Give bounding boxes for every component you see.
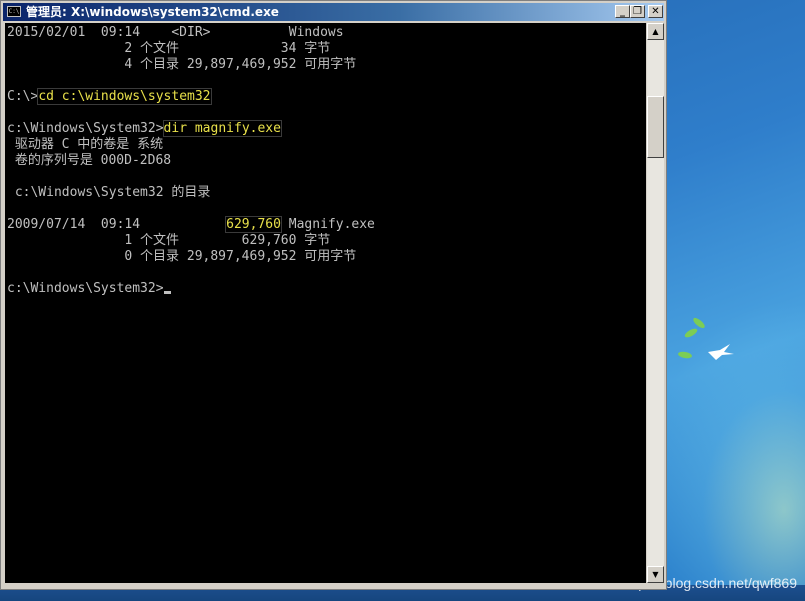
- console-line: 2015/02/01 09:14 <DIR> Windows: [7, 25, 344, 40]
- minimize-button[interactable]: _: [615, 5, 630, 18]
- console-line-file: 2009/07/14 09:14 629,760 Magnify.exe: [7, 216, 375, 233]
- console-line: 0 个目录 29,897,469,952 可用字节: [7, 249, 357, 264]
- title-bar[interactable]: C:\ 管理员: X:\windows\system32\cmd.exe _ ❐…: [3, 3, 664, 21]
- file-name: Magnify.exe: [280, 217, 375, 232]
- window-title: 管理员: X:\windows\system32\cmd.exe: [26, 5, 279, 19]
- prompt: c:\Windows\System32>: [7, 121, 164, 136]
- scroll-up-button[interactable]: ▲: [647, 23, 664, 40]
- command-cd: cd c:\windows\system32: [37, 88, 212, 105]
- console-line: 4 个目录 29,897,469,952 可用字节: [7, 57, 357, 72]
- console-output[interactable]: 2015/02/01 09:14 <DIR> Windows 2 个文件 34 …: [5, 23, 646, 583]
- console-line-cd: C:\>cd c:\windows\system32: [7, 88, 212, 105]
- command-dir: dir magnify.exe: [162, 120, 282, 137]
- scroll-thumb[interactable]: [647, 96, 664, 158]
- text-cursor: [163, 291, 171, 294]
- restore-button[interactable]: ❐: [630, 5, 645, 18]
- close-button[interactable]: ✕: [648, 5, 663, 18]
- file-size: 629,760: [225, 216, 282, 233]
- console-line: 1 个文件 629,760 字节: [7, 233, 331, 248]
- console-icon: C:\: [7, 6, 21, 17]
- console-line-prompt[interactable]: c:\Windows\System32>: [7, 281, 171, 297]
- console-line: c:\Windows\System32 的目录: [7, 185, 211, 200]
- console-line: 卷的序列号是 000D-2D68: [7, 153, 172, 168]
- vertical-scrollbar[interactable]: ▲ ▼: [647, 23, 664, 583]
- file-datetime: 2009/07/14 09:14: [7, 217, 227, 232]
- console-line: 2 个文件 34 字节: [7, 41, 331, 56]
- current-prompt: c:\Windows\System32>: [7, 281, 164, 296]
- console-line-dir: c:\Windows\System32>dir magnify.exe: [7, 120, 282, 137]
- prompt: C:\>: [7, 89, 39, 104]
- bird-icon: [708, 344, 734, 360]
- cmd-window[interactable]: C:\ 管理员: X:\windows\system32\cmd.exe _ ❐…: [0, 0, 667, 590]
- console-line: 驱动器 C 中的卷是 系统: [7, 137, 164, 152]
- scroll-down-button[interactable]: ▼: [647, 566, 664, 583]
